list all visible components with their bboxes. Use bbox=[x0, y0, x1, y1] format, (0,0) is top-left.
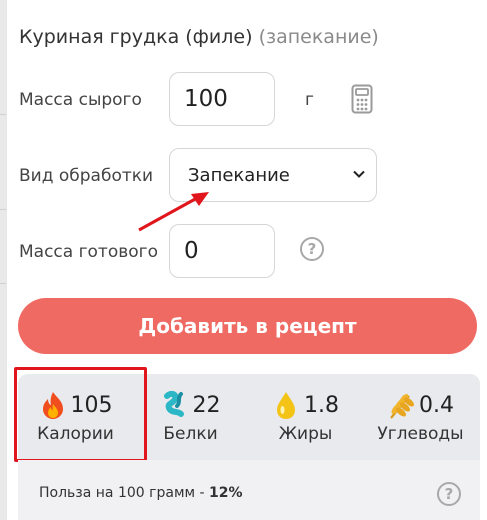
benefit-text: Польза на 100 грамм - bbox=[39, 485, 210, 501]
ingredient-title: Куриная грудка (филе) (запекание) bbox=[19, 26, 379, 48]
wheat-icon bbox=[390, 394, 414, 419]
protein-value: 22 bbox=[192, 392, 221, 418]
fat-drop-icon bbox=[277, 392, 295, 419]
calculator-icon[interactable] bbox=[351, 84, 373, 114]
ingredient-name: Куриная грудка (филе) bbox=[19, 26, 253, 48]
help-icon[interactable]: ? bbox=[437, 482, 461, 506]
benefit-percent: 12% bbox=[209, 485, 243, 501]
processing-selected-value: Запекание bbox=[188, 164, 290, 186]
fat-label: Жиры bbox=[278, 424, 333, 444]
nutrient-carbs: 0.4 Углеводы bbox=[363, 374, 478, 460]
nutrient-calories: 105 Калории bbox=[18, 374, 133, 460]
fat-value: 1.8 bbox=[304, 392, 339, 418]
ingredient-method: (запекание) bbox=[258, 26, 379, 48]
raw-mass-unit: г bbox=[305, 90, 314, 110]
nutrition-summary: 105 Калории 22 Белки 1.8 Жиры 0.4 Углево… bbox=[18, 374, 480, 460]
raw-mass-label: Масса сырого bbox=[19, 90, 142, 110]
calories-value: 105 bbox=[70, 392, 113, 418]
processing-label: Вид обработки bbox=[19, 166, 154, 186]
protein-label: Белки bbox=[163, 424, 218, 444]
nutrient-fat: 1.8 Жиры bbox=[248, 374, 363, 460]
cooked-mass-label: Масса готового bbox=[19, 242, 158, 262]
calories-label: Калории bbox=[37, 424, 114, 444]
carbs-value: 0.4 bbox=[419, 392, 454, 418]
carbs-label: Углеводы bbox=[377, 424, 464, 444]
help-icon[interactable]: ? bbox=[300, 237, 324, 261]
add-to-recipe-button[interactable]: Добавить в рецепт bbox=[18, 298, 477, 354]
raw-mass-input[interactable] bbox=[169, 72, 275, 126]
nutrient-protein: 22 Белки bbox=[133, 374, 248, 460]
flame-icon bbox=[42, 392, 63, 419]
benefit-row: Польза на 100 грамм - 12% ? bbox=[18, 460, 480, 520]
protein-icon bbox=[163, 390, 184, 417]
benefit-text-wrap: Польза на 100 грамм - 12% bbox=[39, 485, 243, 501]
chevron-down-icon bbox=[353, 170, 365, 178]
cooked-mass-input[interactable] bbox=[169, 224, 275, 278]
ingredient-popup: Куриная грудка (филе) (запекание) Масса … bbox=[6, 0, 487, 520]
